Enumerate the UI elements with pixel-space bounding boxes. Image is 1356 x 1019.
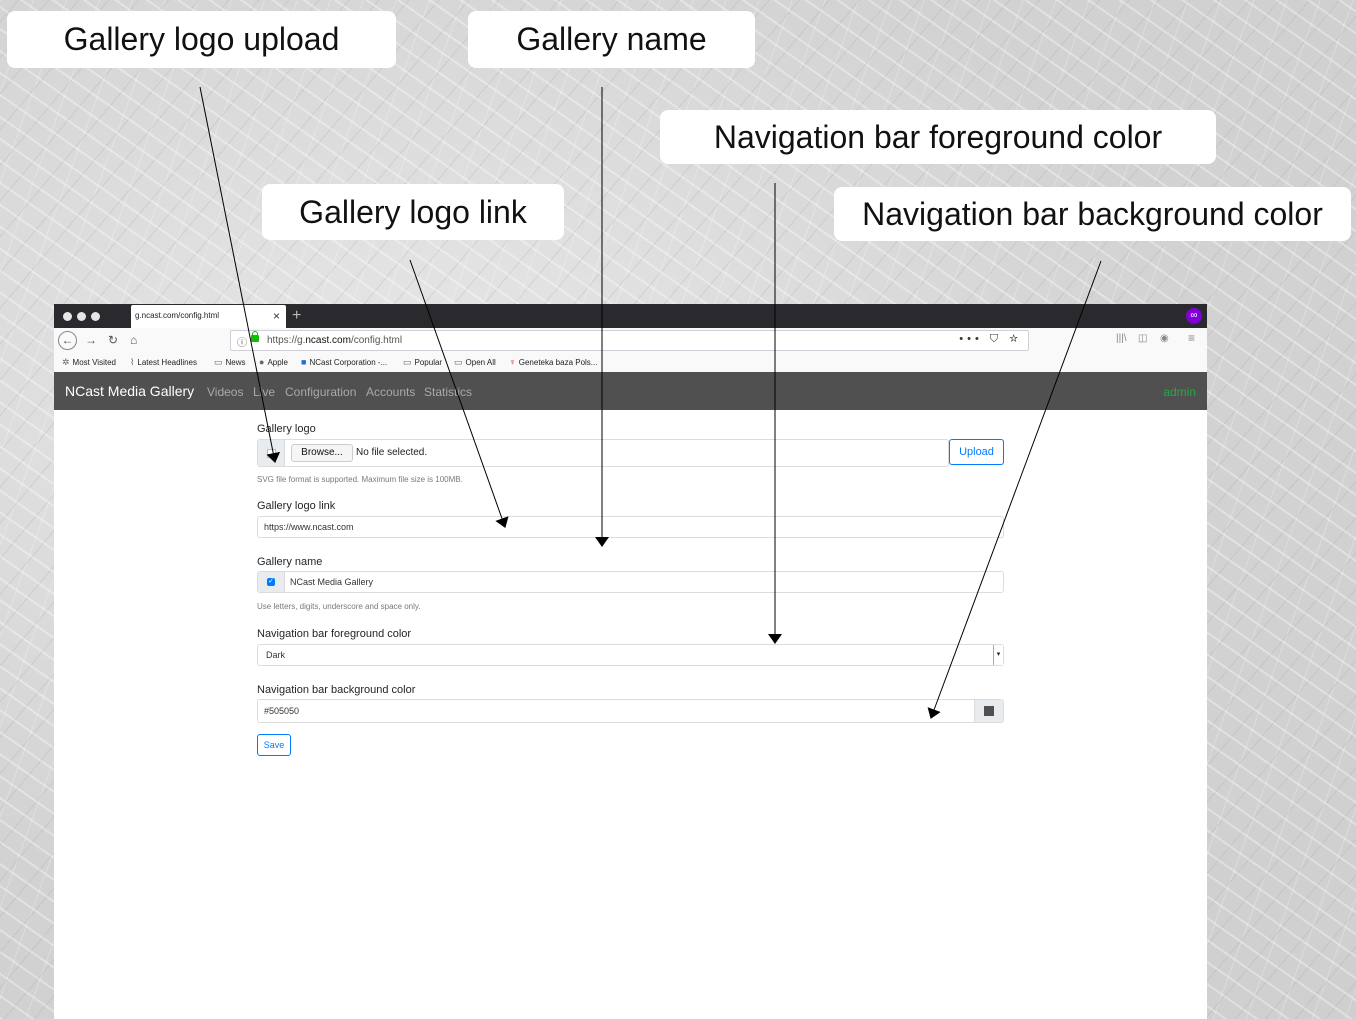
- forward-arrow-icon[interactable]: →: [85, 332, 97, 348]
- user-menu[interactable]: admin: [1163, 385, 1196, 399]
- close-icon[interactable]: ×: [273, 308, 280, 324]
- browser-toolbar: ← → ↻ ⌂ ⓘ https://g.ncast.com/config.htm…: [54, 328, 1207, 352]
- bookmark-news[interactable]: ▭ News: [214, 357, 246, 368]
- back-arrow-icon[interactable]: ←: [58, 331, 77, 350]
- bookmark-apple[interactable]: ● Apple: [259, 357, 288, 367]
- nav-statistics[interactable]: Statistics: [424, 385, 472, 399]
- geneteka-favicon-icon: ♆: [509, 357, 516, 367]
- nav-bg-color-input[interactable]: #505050: [257, 699, 1004, 723]
- folder-icon: ▭: [214, 357, 223, 367]
- nav-bg-color-label: Navigation bar background color: [257, 684, 416, 696]
- save-button[interactable]: Save: [257, 734, 291, 756]
- nav-live[interactable]: Live: [253, 385, 275, 399]
- bookmarks-bar: ✲ Most Visited ⌇ Latest Headlines ▭ News ● A…: [54, 352, 1207, 373]
- minimize-window-dot[interactable]: [77, 312, 86, 321]
- folder-icon: ▭: [454, 357, 463, 367]
- no-file-text: No file selected.: [356, 447, 428, 458]
- folder-icon: ▭: [403, 357, 412, 367]
- gear-icon: ✲: [62, 357, 70, 367]
- home-icon[interactable]: ⌂: [130, 332, 137, 348]
- nav-fg-color-value: Dark: [266, 650, 286, 660]
- library-icon[interactable]: |||\: [1116, 333, 1127, 344]
- brand-link[interactable]: NCast Media Gallery: [65, 383, 194, 399]
- upload-button[interactable]: Upload: [949, 439, 1004, 465]
- callout-gallery-name: Gallery name: [468, 11, 755, 68]
- nav-accounts[interactable]: Accounts: [366, 385, 415, 399]
- bookmark-popular[interactable]: ▭ Popular: [403, 357, 442, 368]
- tab-config[interactable]: g.ncast.com/config.html ×: [131, 305, 286, 328]
- logo-help-text: SVG file format is supported. Maximum fi…: [257, 475, 463, 484]
- extension-icon[interactable]: ◉: [1160, 333, 1169, 344]
- logo-link-value: https://www.ncast.com: [264, 522, 354, 532]
- gallery-name-label: Gallery name: [257, 556, 323, 568]
- bookmark-ncast[interactable]: ■ NCast Corporation -...: [301, 357, 387, 367]
- app-navbar: NCast Media Gallery Videos Live Configur…: [54, 372, 1207, 410]
- chevron-down-icon[interactable]: ▾: [993, 645, 1003, 665]
- page-actions-icon[interactable]: ••• ⛉ ☆: [959, 333, 1022, 346]
- tab-bar: g.ncast.com/config.html × + ∞: [54, 304, 1207, 328]
- sidebar-icon[interactable]: ◫: [1138, 333, 1147, 344]
- callout-nav-bg-color: Navigation bar background color: [834, 187, 1351, 241]
- bookmark-geneteka[interactable]: ♆ Geneteka baza Pols...: [509, 357, 597, 367]
- menu-icon[interactable]: ≡: [1188, 331, 1195, 345]
- new-tab-icon[interactable]: +: [292, 306, 301, 326]
- nav-fg-color-label: Navigation bar foreground color: [257, 628, 412, 640]
- nav-fg-color-select[interactable]: Dark ▾: [257, 644, 1004, 666]
- close-window-dot[interactable]: [63, 312, 72, 321]
- browser-window: g.ncast.com/config.html × + ∞ ← → ↻ ⌂ ⓘ …: [54, 304, 1207, 1019]
- gallery-logo-link-input[interactable]: https://www.ncast.com: [257, 516, 1004, 538]
- url-text: https://g.ncast.com/config.html: [267, 335, 403, 346]
- zoom-window-dot[interactable]: [91, 312, 100, 321]
- url-bar[interactable]: ⓘ https://g.ncast.com/config.html ••• ⛉ …: [230, 330, 1029, 351]
- gallery-name-value: NCast Media Gallery: [290, 577, 374, 587]
- checkbox-checked-icon[interactable]: ✓: [267, 578, 275, 586]
- callout-nav-fg-color: Navigation bar foreground color: [660, 110, 1216, 164]
- bookmark-latest-headlines[interactable]: ⌇ Latest Headlines: [130, 357, 197, 368]
- image-placeholder-icon: [267, 449, 276, 458]
- name-help-text: Use letters, digits, underscore and spac…: [257, 602, 421, 611]
- gallery-logo-file-field: Browse... No file selected.: [257, 439, 949, 467]
- nav-configuration[interactable]: Configuration: [285, 385, 356, 399]
- bookmark-open-all[interactable]: ▭ Open All: [454, 357, 496, 368]
- gallery-logo-label: Gallery logo: [257, 423, 316, 435]
- bookmark-most-visited[interactable]: ✲ Most Visited: [62, 357, 116, 368]
- color-picker-button[interactable]: [974, 700, 1003, 722]
- apple-icon: ●: [259, 357, 265, 367]
- logo-preview: [258, 440, 285, 466]
- callout-gallery-logo-upload: Gallery logo upload: [7, 11, 396, 68]
- gallery-logo-link-label: Gallery logo link: [257, 500, 336, 512]
- reload-icon[interactable]: ↻: [108, 332, 118, 348]
- rss-icon: ⌇: [130, 357, 135, 367]
- lock-icon: [251, 331, 259, 342]
- tab-title: g.ncast.com/config.html: [135, 311, 220, 320]
- ncast-favicon-icon: ■: [301, 357, 307, 367]
- color-swatch-icon: [984, 706, 994, 716]
- nav-videos[interactable]: Videos: [207, 385, 243, 399]
- callout-gallery-logo-link: Gallery logo link: [262, 184, 564, 240]
- gallery-name-input[interactable]: ✓ NCast Media Gallery: [257, 571, 1004, 593]
- nav-bg-color-value: #505050: [264, 706, 300, 716]
- name-checkbox-addon[interactable]: ✓: [258, 572, 285, 592]
- browse-button[interactable]: Browse...: [291, 444, 353, 462]
- info-icon[interactable]: ⓘ: [237, 334, 247, 349]
- private-browsing-icon: ∞: [1186, 308, 1202, 324]
